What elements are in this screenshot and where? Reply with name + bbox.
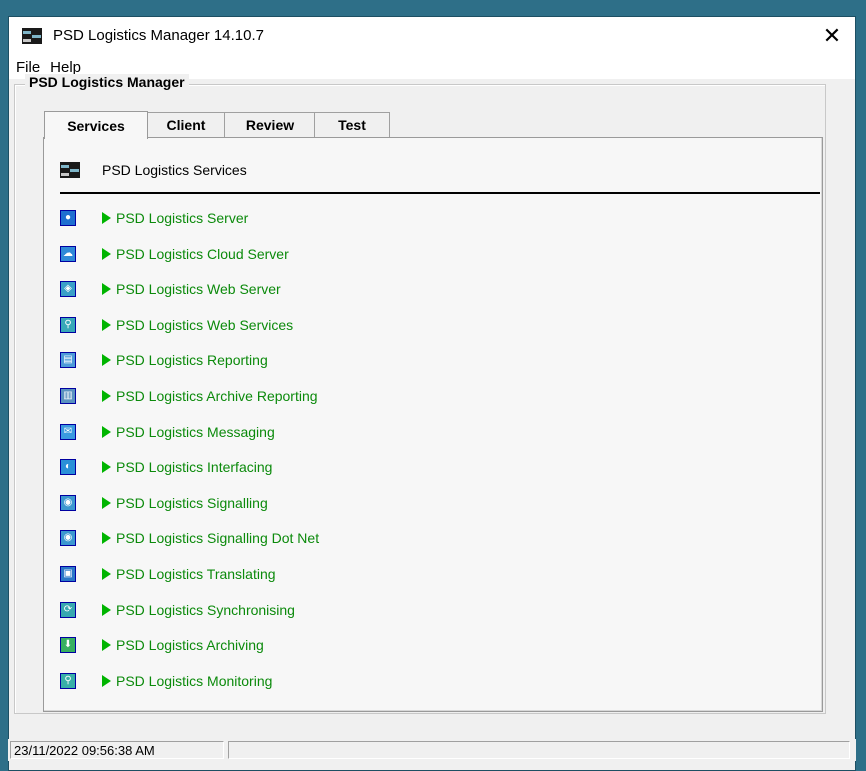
status-bar: 23/11/2022 09:56:38 AM — [8, 739, 856, 761]
play-icon — [102, 390, 111, 402]
service-item[interactable]: ◉ PSD Logistics Signalling Dot Net — [60, 526, 380, 550]
service-label: PSD Logistics Synchronising — [116, 601, 295, 618]
tab-test-label: Test — [338, 117, 366, 133]
tab-client-label: Client — [166, 117, 206, 133]
web-services-icon: ⚲ — [60, 316, 76, 333]
tab-review-label: Review — [245, 117, 295, 133]
service-label: PSD Logistics Archiving — [116, 637, 264, 654]
report-icon: ▤ — [60, 352, 76, 369]
menu-help[interactable]: Help — [46, 59, 87, 76]
signal-icon: ◉ — [60, 494, 76, 511]
divider — [60, 192, 820, 194]
globe-icon: ● — [60, 210, 76, 226]
tab-services-label: Services — [67, 117, 125, 134]
service-item[interactable]: ☁ PSD Logistics Cloud Server — [60, 242, 380, 266]
window-title: PSD Logistics Manager 14.10.7 — [53, 27, 264, 44]
services-panel: PSD Logistics Services ● PSD Logistics S… — [43, 137, 823, 712]
service-item[interactable]: ◉ PSD Logistics Signalling — [60, 491, 380, 515]
service-label: PSD Logistics Signalling Dot Net — [116, 530, 320, 547]
play-icon — [102, 568, 111, 580]
play-icon — [102, 425, 111, 438]
panel-title: PSD Logistics Services — [102, 162, 247, 178]
web-icon: ◈ — [60, 281, 76, 298]
play-icon — [102, 603, 111, 616]
envelope-icon: ✉ — [60, 423, 76, 440]
play-icon — [102, 496, 111, 509]
play-icon — [102, 532, 111, 545]
plug-icon: ◐ — [60, 459, 76, 476]
service-label: PSD Logistics Reporting — [116, 352, 268, 369]
tab-test[interactable]: Test — [314, 112, 390, 137]
service-item[interactable]: ▣ PSD Logistics Translating — [60, 562, 380, 586]
play-icon — [102, 212, 111, 224]
service-label: PSD Logistics Translating — [116, 566, 276, 582]
service-label: PSD Logistics Cloud Server — [116, 245, 289, 262]
title-bar[interactable]: PSD Logistics Manager 14.10.7 ✕ — [9, 17, 855, 55]
service-item[interactable]: ◈ PSD Logistics Web Server — [60, 277, 380, 301]
service-label: PSD Logistics Messaging — [116, 423, 275, 440]
service-item[interactable]: ▥ PSD Logistics Archive Reporting — [60, 384, 380, 408]
play-icon — [102, 283, 111, 296]
service-item[interactable]: ⟳ PSD Logistics Synchronising — [60, 598, 380, 622]
service-item[interactable]: ⬇ PSD Logistics Archiving — [60, 633, 380, 657]
services-logo-icon — [60, 162, 80, 178]
cloud-icon: ☁ — [60, 245, 76, 262]
service-label: PSD Logistics Web Services — [116, 316, 294, 333]
service-item[interactable]: ◐ PSD Logistics Interfacing — [60, 455, 380, 479]
close-icon: ✕ — [822, 23, 842, 48]
panel-header: PSD Logistics Services — [60, 160, 247, 180]
magnifier-icon: ⚲ — [60, 672, 76, 689]
groupbox-label: PSD Logistics Manager — [25, 74, 189, 90]
service-item[interactable]: ▤ PSD Logistics Reporting — [60, 348, 380, 372]
app-logo-icon — [22, 28, 42, 44]
play-icon — [102, 639, 111, 652]
service-item[interactable]: ⚲ PSD Logistics Monitoring — [60, 669, 380, 693]
service-label: PSD Logistics Signalling — [116, 494, 268, 511]
service-label: PSD Logistics Archive Reporting — [116, 388, 318, 404]
play-icon — [102, 461, 111, 474]
sync-icon: ⟳ — [60, 601, 76, 618]
archive-report-icon: ▥ — [60, 388, 76, 404]
service-label: PSD Logistics Interfacing — [116, 459, 273, 476]
signal-dotnet-icon: ◉ — [60, 530, 76, 547]
service-label: PSD Logistics Monitoring — [116, 672, 273, 689]
translate-icon: ▣ — [60, 566, 76, 582]
tab-client[interactable]: Client — [146, 112, 226, 137]
service-item[interactable]: ● PSD Logistics Server — [60, 206, 380, 230]
play-icon — [102, 247, 111, 260]
play-icon — [102, 318, 111, 331]
download-icon: ⬇ — [60, 637, 76, 654]
service-label: PSD Logistics Server — [116, 210, 249, 226]
status-message — [228, 741, 850, 759]
service-item[interactable]: ✉ PSD Logistics Messaging — [60, 420, 380, 444]
play-icon — [102, 674, 111, 687]
menu-file[interactable]: File — [12, 59, 46, 76]
tab-review[interactable]: Review — [224, 112, 316, 137]
close-button[interactable]: ✕ — [809, 17, 855, 55]
play-icon — [102, 354, 111, 367]
service-label: PSD Logistics Web Server — [116, 281, 281, 298]
service-item[interactable]: ⚲ PSD Logistics Web Services — [60, 313, 380, 337]
tab-services[interactable]: Services — [44, 111, 148, 139]
status-datetime: 23/11/2022 09:56:38 AM — [10, 741, 224, 759]
